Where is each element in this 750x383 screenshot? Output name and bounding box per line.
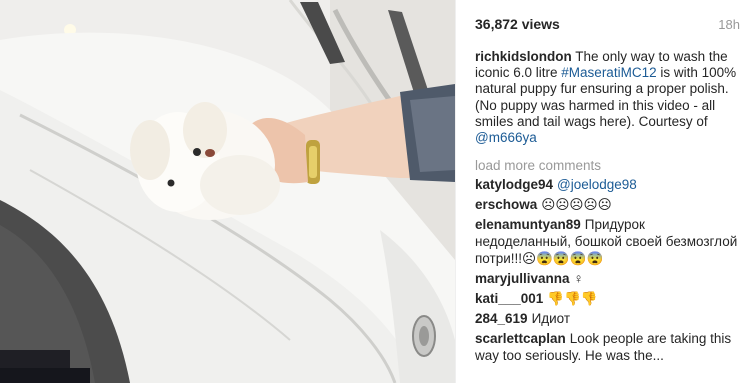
view-count: 36,872 views — [475, 16, 560, 32]
comment: elenamuntyan89 Придурок недоделанный, бош… — [475, 216, 740, 267]
comment: kati___001 👎👎👎 — [475, 290, 740, 307]
caption-hashtag[interactable]: #MaseratiMC12 — [561, 65, 656, 80]
comment-username[interactable]: maryjullivanna — [475, 271, 570, 286]
post-sidebar: 36,872 views 18h richkidslondon The only… — [455, 0, 750, 383]
caption-mention[interactable]: @m666ya — [475, 130, 537, 145]
caption-username[interactable]: richkidslondon — [475, 49, 572, 64]
comment-mention[interactable]: @joelodge98 — [557, 177, 637, 192]
timestamp[interactable]: 18h — [718, 17, 740, 32]
post-header: 36,872 views 18h — [475, 16, 740, 32]
comment: maryjullivanna ♀ — [475, 270, 740, 287]
comment-text: Идиот — [531, 311, 571, 327]
comment-username[interactable]: 284_619 — [475, 311, 528, 326]
instagram-post: 36,872 views 18h richkidslondon The only… — [0, 0, 750, 383]
comment-username[interactable]: elenamuntyan89 — [475, 217, 581, 232]
comment-text: ♀ — [573, 271, 584, 287]
comment-text: 👎👎👎 — [547, 291, 598, 307]
comment-username[interactable]: kati___001 — [475, 291, 543, 306]
comment: erschowa ☹☹☹☹☹ — [475, 196, 740, 213]
comment: 284_619 Идиот — [475, 310, 740, 327]
comment: katylodge94 @joelodge98 — [475, 176, 740, 193]
post-caption: richkidslondon The only way to wash the … — [475, 49, 740, 146]
video-frame — [0, 0, 455, 383]
comment-username[interactable]: katylodge94 — [475, 177, 553, 192]
comment-username[interactable]: erschowa — [475, 197, 537, 212]
comment-username[interactable]: scarlettcaplan — [475, 331, 566, 346]
video-player[interactable] — [0, 0, 455, 383]
load-more-comments-link[interactable]: load more comments — [475, 158, 740, 173]
comment: scarlettcaplan Look people are taking thi… — [475, 330, 740, 364]
comment-text: ☹☹☹☹☹ — [541, 197, 612, 213]
